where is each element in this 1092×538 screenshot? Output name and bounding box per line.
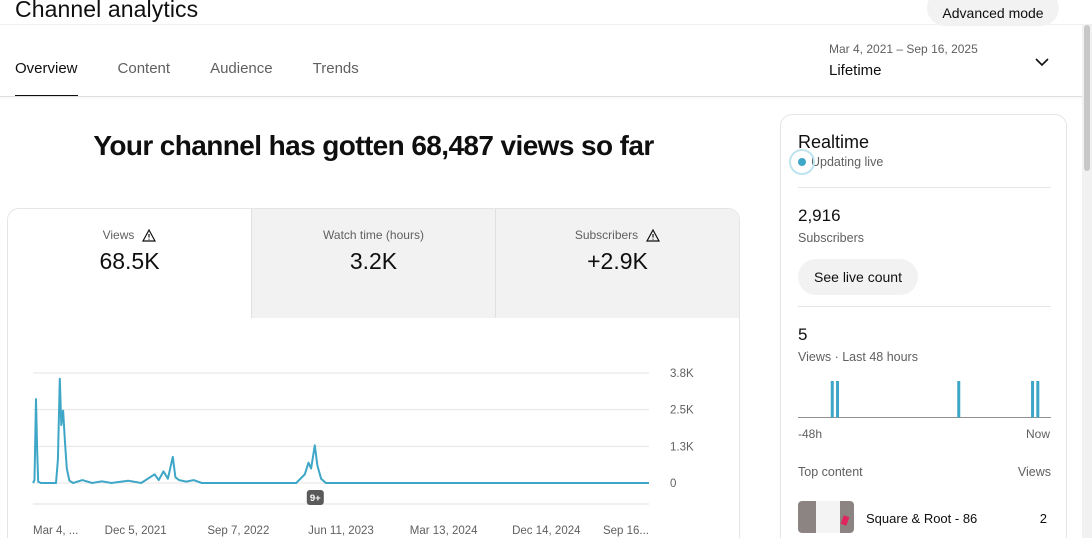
metric-label: Views — [102, 228, 135, 242]
page-scrollbar[interactable] — [1082, 25, 1092, 538]
video-views: 2 — [1039, 511, 1047, 526]
divider — [798, 187, 1051, 188]
header-divider — [0, 96, 1082, 97]
top-content-label: Top content — [798, 465, 863, 479]
tab-overview[interactable]: Overview — [15, 60, 78, 97]
x-tick-label: Dec 5, 2021 — [105, 525, 167, 537]
metric-tab-subscribers[interactable]: Subscribers +2.9K — [495, 209, 739, 318]
realtime-card: Realtime Updating live 2,916 Subscribers… — [780, 114, 1067, 538]
date-range-dates: Mar 4, 2021 – Sep 16, 2025 — [829, 42, 978, 56]
metric-label: Watch time (hours) — [323, 228, 424, 242]
axis-end-label: Now — [1025, 427, 1050, 441]
x-tick-label: Dec 14, 2024 — [512, 525, 581, 537]
y-tick-label: 1.3K — [670, 441, 694, 453]
x-tick-label: Sep 16... — [603, 525, 649, 537]
page-title: Channel analytics — [15, 0, 199, 22]
advanced-mode-button[interactable]: Advanced mode — [927, 0, 1059, 26]
realtime-bar — [1036, 381, 1040, 418]
metric-value: 3.2K — [349, 248, 398, 274]
metric-label: Subscribers — [574, 228, 639, 242]
realtime-views-bar-chart[interactable] — [798, 378, 1051, 418]
x-tick-label: Mar 4, ... — [33, 525, 78, 537]
video-thumbnail — [798, 501, 854, 533]
views-headline: Your channel has gotten 68,487 views so … — [93, 130, 654, 161]
views-column-label: Views — [1017, 465, 1051, 479]
realtime-views-count: 5 — [798, 325, 808, 344]
metric-tabs: Views 68.5K Watch time (hours) 3.2K Subs… — [8, 209, 739, 318]
subscriber-label: Subscribers — [798, 231, 864, 245]
y-tick-label: 3.8K — [670, 368, 694, 380]
axis-start-label: -48h — [798, 427, 823, 441]
realtime-bar — [957, 381, 961, 418]
tab-audience[interactable]: Audience — [210, 60, 273, 97]
x-tick-label: Mar 13, 2024 — [410, 525, 478, 537]
series-line — [32, 377, 649, 484]
realtime-bar — [830, 381, 834, 418]
annotation-label: 9+ — [310, 493, 321, 504]
metric-value: 68.5K — [99, 248, 160, 274]
live-indicator-icon — [789, 149, 815, 175]
scrollbar-thumb[interactable] — [1084, 25, 1090, 171]
realtime-bar — [836, 381, 840, 418]
metric-tab-watch-time[interactable]: Watch time (hours) 3.2K — [251, 209, 495, 318]
top-content-header: Top content Views — [798, 465, 1051, 479]
chevron-down-icon[interactable] — [1034, 55, 1050, 69]
top-content-row[interactable]: Square & Root - 86 2 — [798, 501, 1051, 535]
metric-value: +2.9K — [587, 248, 648, 274]
x-tick-label: Sep 7, 2022 — [207, 525, 269, 537]
warning-icon — [646, 228, 661, 242]
y-tick-label: 2.5K — [670, 405, 694, 417]
video-title: Square & Root - 86 — [866, 511, 978, 526]
subscriber-count: 2,916 — [798, 206, 841, 225]
x-tick-label: Jun 11, 2023 — [308, 525, 374, 537]
y-tick-label: 0 — [670, 478, 676, 490]
views-line-chart[interactable]: 3.8K 2.5K 1.3K 0 Mar 4, ... Dec 5, 2021 Sep 7,… — [8, 318, 740, 538]
realtime-views-label: Views · Last 48 hours — [798, 350, 918, 364]
tab-trends[interactable]: Trends — [313, 60, 359, 97]
date-range-period: Lifetime — [829, 62, 882, 79]
date-range-picker[interactable]: Mar 4, 2021 – Sep 16, 2025 Lifetime — [829, 42, 978, 79]
tab-content[interactable]: Content — [118, 60, 171, 97]
tab-bar: Overview Content Audience Trends — [15, 60, 399, 97]
see-live-count-button[interactable]: See live count — [798, 259, 918, 295]
divider — [798, 306, 1051, 307]
metric-tab-views[interactable]: Views 68.5K — [8, 209, 251, 318]
live-status: Updating live — [811, 155, 884, 169]
metrics-chart-card: Views 68.5K Watch time (hours) 3.2K Subs… — [7, 208, 740, 538]
realtime-bar — [1031, 381, 1035, 418]
warning-icon — [142, 228, 157, 242]
